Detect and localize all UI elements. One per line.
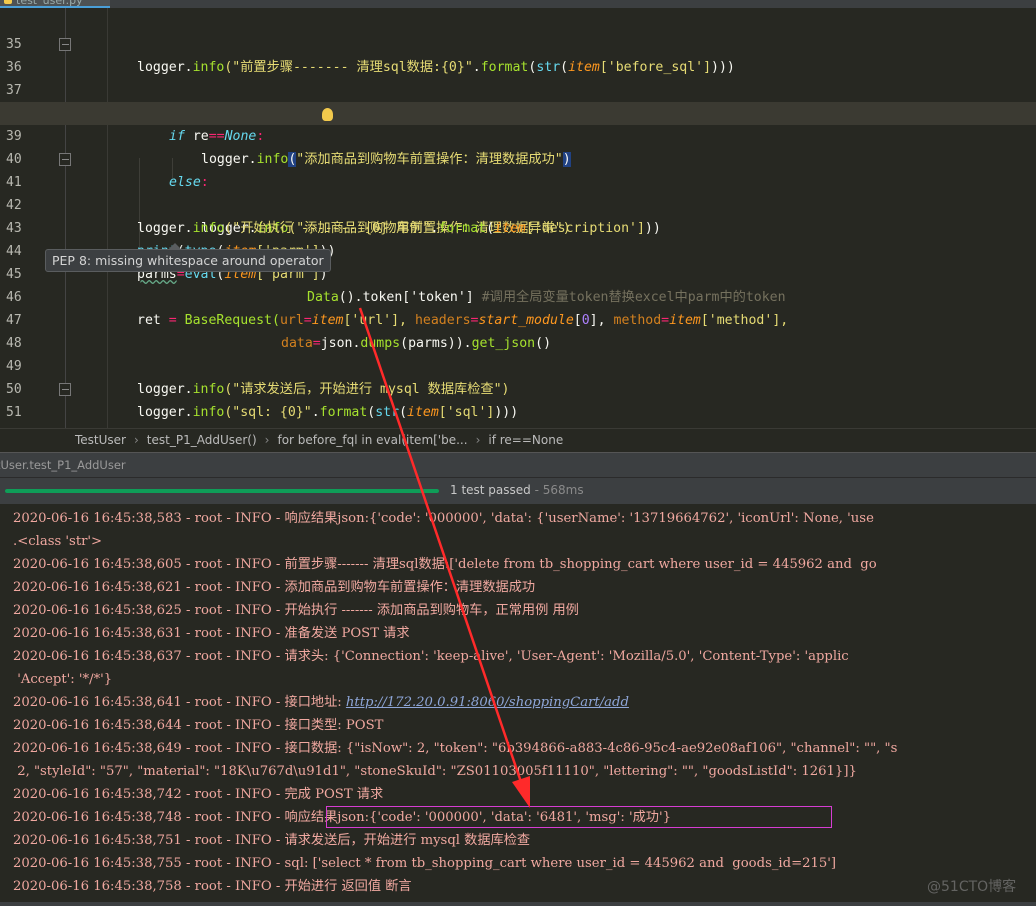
log-line: 2020-06-16 16:45:38,644 - root - INFO - … <box>13 718 384 733</box>
test-progress-bar <box>5 489 439 493</box>
log-line: 2020-06-16 16:45:38,758 - root - INFO - … <box>13 879 412 894</box>
test-progress-row: 1 test passed - 568ms <box>0 477 1036 504</box>
code-line-38[interactable]: 38 if re==None: <box>0 79 1036 144</box>
api-url-link[interactable]: http://172.20.0.91:8060/shoppingCart/add <box>346 695 629 710</box>
breadcrumb-item-class[interactable]: TestUser <box>75 433 126 447</box>
code-editor[interactable]: 35 logger.info("前置步骤------- 清理sql数据:{0}"… <box>0 8 1036 466</box>
log-line: 2020-06-16 16:45:38,583 - root - INFO - … <box>13 511 874 526</box>
log-line: 'Accept': '*/*'} <box>13 672 113 687</box>
code-line-35[interactable]: 35 logger.info("前置步骤------- 清理sql数据:{0}"… <box>0 10 1036 75</box>
test-duration: - 568ms <box>530 483 584 497</box>
chevron-right-icon: › <box>475 433 481 447</box>
watermark: @51CTO博客 <box>927 879 1017 895</box>
lightbulb-icon[interactable] <box>322 108 333 121</box>
code-line-44[interactable]: 44 parms=eval(item['parm']) <box>0 217 1036 282</box>
code-line-48[interactable]: 48 <box>0 309 1036 351</box>
code-line-36[interactable]: 36 for before_fql in eval(item['before_s… <box>0 33 1036 121</box>
log-line: 2020-06-16 16:45:38,649 - root - INFO - … <box>13 741 898 756</box>
log-line: .<class 'str'> <box>13 534 103 549</box>
chevron-right-icon: › <box>264 433 270 447</box>
log-line: 2020-06-16 16:45:38,751 - root - INFO - … <box>13 833 531 848</box>
log-line: 2020-06-16 16:45:38,625 - root - INFO - … <box>13 603 579 618</box>
breadcrumb-item-for[interactable]: for before_fql in eval(item['be... <box>277 433 467 447</box>
breadcrumb-item-if[interactable]: if re==None <box>488 433 563 447</box>
run-tab-header: tUser.test_P1_AddUser <box>0 452 1036 477</box>
code-line-50[interactable]: 50 logger.info("sql: {0}".format(str(ite… <box>0 355 1036 420</box>
code-line-37[interactable]: 37 re=start_module[1].execute_db(before_… <box>0 56 1036 121</box>
code-line-41[interactable]: 41 logger.info("添加商品到购物车前置操作：清理数据异常") <box>0 148 1036 236</box>
code-line-52[interactable]: 52 logger.info("开始进行 返回值 断言") <box>0 401 1036 466</box>
fold-toggle-icon[interactable] <box>59 383 71 396</box>
file-tab-label: test_user.py <box>16 0 83 7</box>
chevron-right-icon: › <box>133 433 139 447</box>
test-status: 1 test passed - 568ms <box>450 483 584 497</box>
log-line: 2020-06-16 16:45:38,605 - root - INFO - … <box>13 557 877 572</box>
log-line: 2, "styleId": "57", "material": "18K\u76… <box>13 764 857 779</box>
log-line: 2020-06-16 16:45:38,641 - root - INFO - … <box>13 695 629 710</box>
code-line-39[interactable]: 39 logger.info("添加商品到购物车前置操作：清理数据成功") <box>0 102 1036 167</box>
code-line-40[interactable]: 40 else: <box>0 125 1036 190</box>
code-line-43[interactable]: 43 print(type(item['parm'])) <box>0 194 1036 259</box>
breadcrumb-item-method[interactable]: test_P1_AddUser() <box>147 433 257 447</box>
fold-toggle-icon[interactable] <box>59 38 71 51</box>
log-line: 2020-06-16 16:45:38,637 - root - INFO - … <box>13 649 849 664</box>
log-line: 2020-06-16 16:45:38,755 - root - INFO - … <box>13 856 837 871</box>
breadcrumb: TestUser › test_P1_AddUser() › for before_fq… <box>0 428 1036 452</box>
response-highlight-box <box>326 806 832 828</box>
code-line-49[interactable]: 49 logger.info("请求发送后，开始进行 mysql 数据库检查") <box>0 332 1036 397</box>
test-progress-fill <box>5 489 439 493</box>
editor-tab-bar: test_user.py <box>0 0 1036 8</box>
bottom-scrollbar[interactable] <box>0 902 1036 906</box>
run-config-name[interactable]: tUser.test_P1_AddUser <box>0 458 126 472</box>
fold-toggle-icon[interactable] <box>59 153 71 166</box>
code-line-47[interactable]: 47 data=json.dumps(parms)).get_json() <box>0 286 1036 351</box>
log-line: 2020-06-16 16:45:38,621 - root - INFO - … <box>13 580 536 595</box>
console-output[interactable]: 2020-06-16 16:45:38,583 - root - INFO - … <box>0 504 1036 902</box>
code-line-51[interactable]: 51 try: <box>0 378 1036 466</box>
test-status-text: 1 test passed <box>450 483 531 497</box>
python-file-icon <box>4 0 12 4</box>
file-tab[interactable]: test_user.py <box>0 0 110 8</box>
code-line-42[interactable]: 42 logger.info("开始执行 ------- {0} 用例".for… <box>0 171 1036 236</box>
log-line: 2020-06-16 16:45:38,742 - root - INFO - … <box>13 787 384 802</box>
log-line: 2020-06-16 16:45:38,631 - root - INFO - … <box>13 626 410 641</box>
pep8-tooltip: PEP 8: missing whitespace around operato… <box>45 243 331 272</box>
